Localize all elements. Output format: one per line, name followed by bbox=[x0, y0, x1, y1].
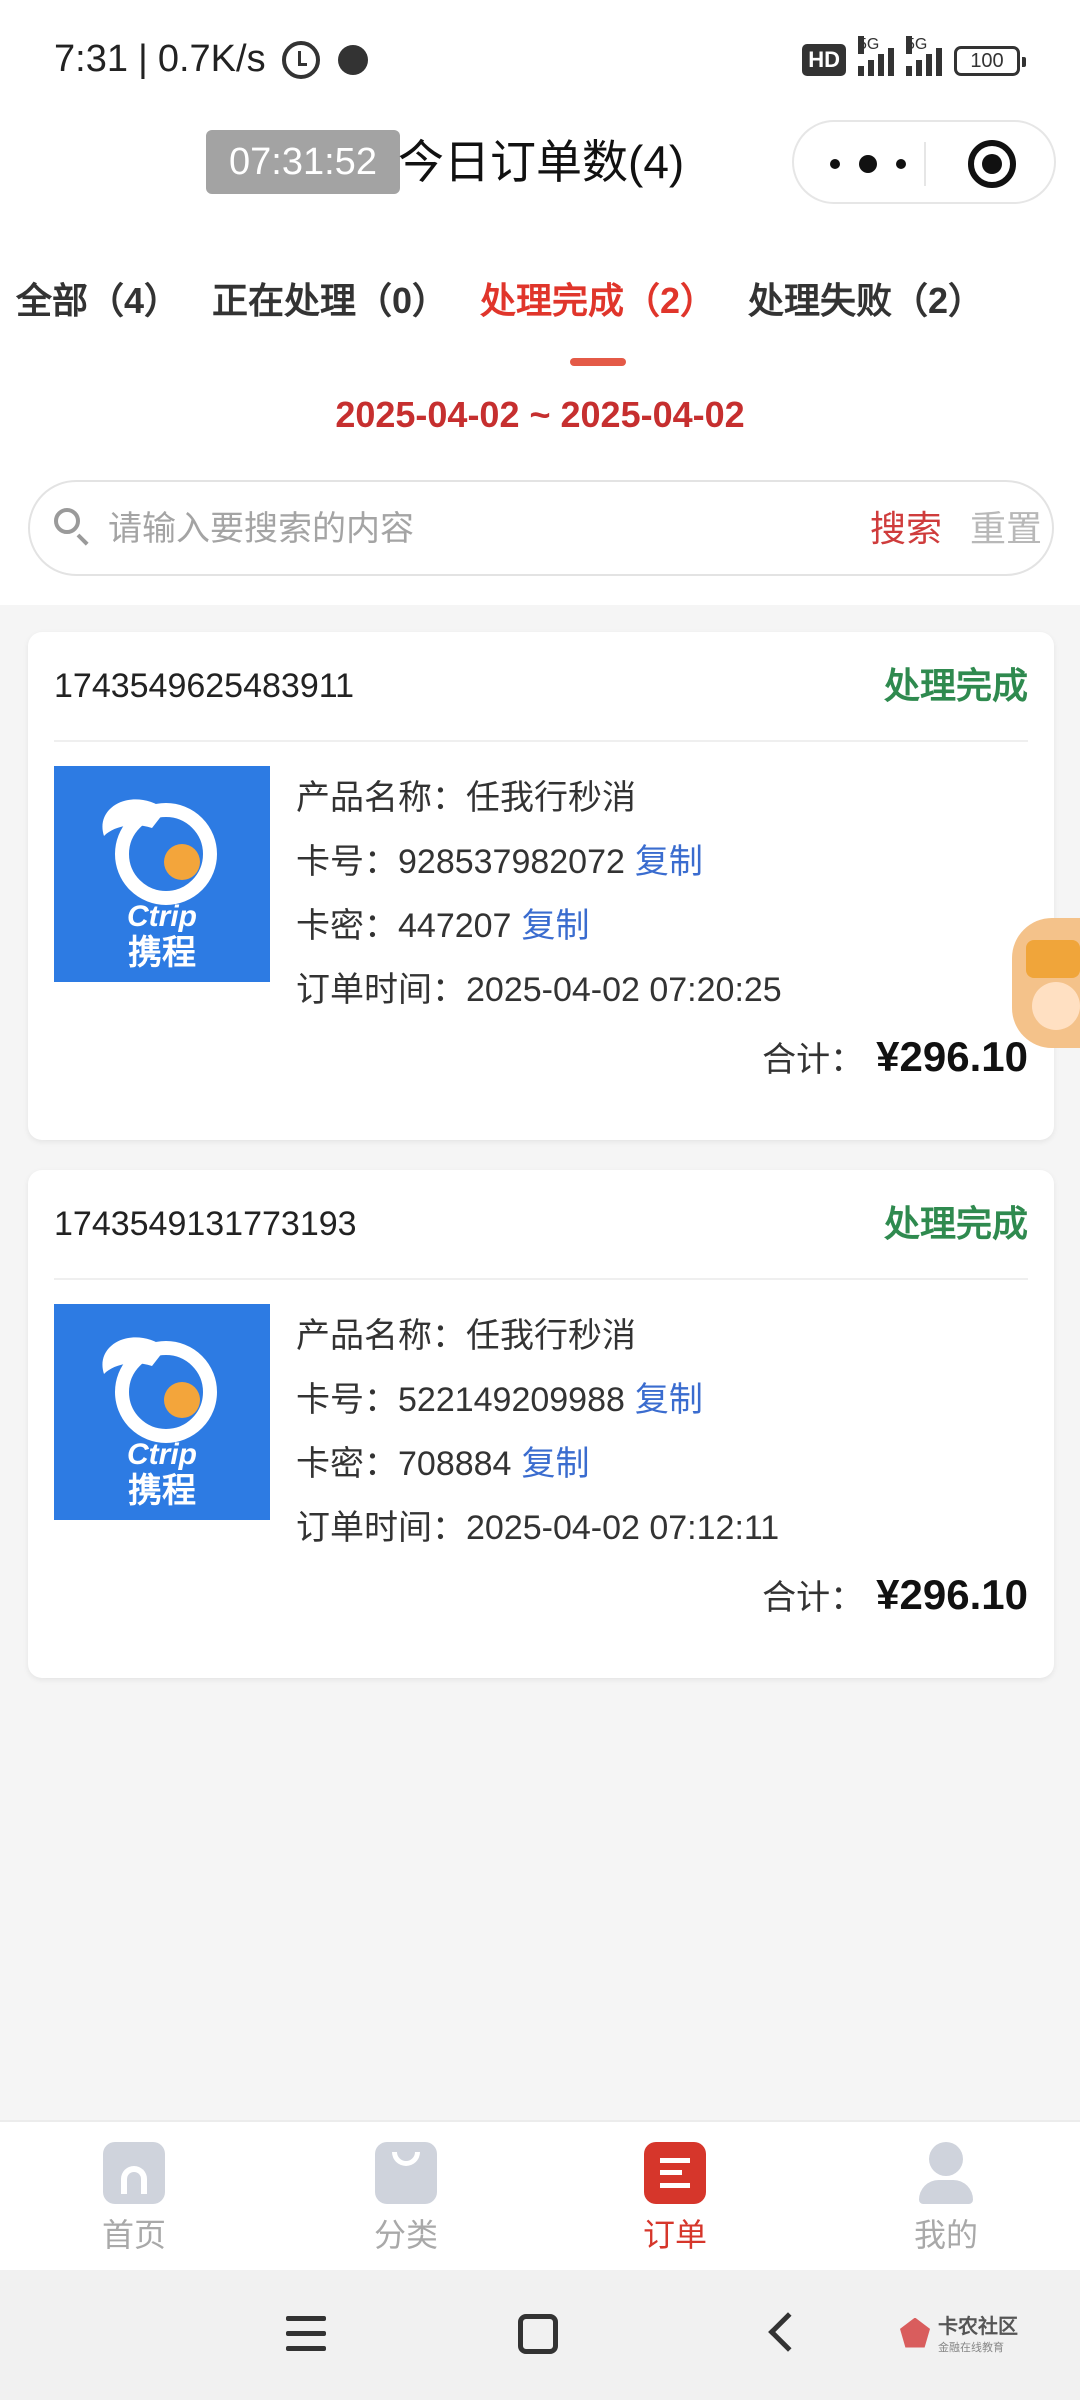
ctrip-logo: Ctrip 携程 bbox=[54, 1304, 270, 1520]
network-speed: 0.7K/s bbox=[157, 38, 266, 80]
card-number: 522149209988 bbox=[398, 1381, 625, 1419]
status-tabs: 全部（4） 正在处理（0） 处理完成（2） 处理失败（2） bbox=[0, 260, 1080, 380]
status-badge: 处理完成 bbox=[883, 1203, 1028, 1244]
tab-failed[interactable]: 处理失败（2） bbox=[748, 272, 984, 324]
order-time: 2025-04-02 07:20:25 bbox=[466, 971, 782, 1009]
status-left: 7:31 | 0.7K/s bbox=[54, 38, 368, 81]
search-input[interactable] bbox=[108, 504, 868, 554]
card-number-row: 卡号：522149209988 复制 bbox=[296, 1381, 703, 1419]
total-row: 合计： ¥296.10 bbox=[762, 1033, 1028, 1080]
product-name: 任我行秒消 bbox=[466, 779, 636, 817]
card-number: 928537982072 bbox=[398, 843, 625, 881]
copy-card-number-button[interactable]: 复制 bbox=[635, 1381, 703, 1419]
floating-mascot-icon[interactable] bbox=[1012, 918, 1080, 1048]
nav-orders[interactable]: 订单 bbox=[605, 2142, 745, 2256]
divider bbox=[54, 1278, 1028, 1280]
category-icon bbox=[375, 2142, 437, 2204]
time-badge: 07:31:52 bbox=[206, 130, 400, 194]
nav-home[interactable]: 首页 bbox=[64, 2142, 204, 2256]
status-badge: 处理完成 bbox=[883, 665, 1028, 706]
order-number: 1743549131773193 bbox=[54, 1205, 357, 1243]
order-time-row: 订单时间：2025-04-02 07:20:25 bbox=[296, 971, 782, 1009]
reset-button[interactable]: 重置 bbox=[970, 504, 1042, 554]
search-button[interactable]: 搜索 bbox=[870, 504, 942, 554]
back-icon[interactable] bbox=[768, 2312, 808, 2352]
search-box: 搜索 重置 bbox=[28, 480, 1054, 576]
total-amount: ¥296.10 bbox=[876, 1571, 1028, 1618]
total-row: 合计： ¥296.10 bbox=[762, 1571, 1028, 1618]
home-icon bbox=[103, 2142, 165, 2204]
divider bbox=[54, 740, 1028, 742]
tab-all[interactable]: 全部（4） bbox=[16, 272, 180, 324]
search-icon bbox=[54, 508, 90, 544]
copy-card-password-button[interactable]: 复制 bbox=[521, 1445, 589, 1483]
more-icon[interactable] bbox=[830, 150, 906, 178]
card-password: 447207 bbox=[398, 907, 512, 945]
product-row: 产品名称：任我行秒消 bbox=[296, 1317, 636, 1355]
bottom-nav: 首页 分类 订单 我的 bbox=[0, 2120, 1080, 2270]
watermark-logo-icon bbox=[900, 2317, 930, 2348]
tab-processing[interactable]: 正在处理（0） bbox=[212, 272, 448, 324]
watermark: 卡农社区 金融在线教育 bbox=[900, 2310, 1018, 2355]
total-amount: ¥296.10 bbox=[876, 1033, 1028, 1080]
status-right: HD 5G 5G 100 bbox=[802, 36, 1026, 76]
product-row: 产品名称：任我行秒消 bbox=[296, 779, 636, 817]
svg-text:Ctrip: Ctrip bbox=[127, 1438, 197, 1471]
active-tab-indicator bbox=[570, 358, 626, 366]
profile-icon bbox=[915, 2142, 977, 2204]
order-icon bbox=[644, 2142, 706, 2204]
page-title: 今日订单数(4) bbox=[398, 136, 685, 188]
nav-profile[interactable]: 我的 bbox=[876, 2142, 1016, 2256]
card-password: 708884 bbox=[398, 1445, 512, 1483]
svg-text:Ctrip: Ctrip bbox=[127, 900, 197, 933]
status-separator: | bbox=[137, 38, 148, 80]
system-nav-bar: 卡农社区 金融在线教育 bbox=[0, 2270, 1080, 2400]
svg-text:携程: 携程 bbox=[128, 933, 196, 973]
close-miniprogram-icon[interactable] bbox=[968, 140, 1016, 188]
order-time: 2025-04-02 07:12:11 bbox=[466, 1509, 780, 1547]
order-info: 产品名称：任我行秒消 卡号：522149209988 复制 卡密：708884 复制… bbox=[296, 1304, 1026, 1560]
order-number: 1743549625483911 bbox=[54, 667, 355, 705]
signal-icon: 5G bbox=[858, 36, 894, 76]
search-area: 搜索 重置 bbox=[0, 460, 1080, 605]
status-bar: 7:31 | 0.7K/s HD 5G 5G 100 bbox=[0, 0, 1080, 120]
tab-completed[interactable]: 处理完成（2） bbox=[480, 272, 716, 324]
miniprogram-capsule bbox=[792, 120, 1056, 204]
recent-apps-icon[interactable] bbox=[286, 2316, 326, 2352]
hd-badge: HD bbox=[802, 44, 846, 76]
battery-icon: 100 bbox=[954, 46, 1026, 76]
nav-category[interactable]: 分类 bbox=[336, 2142, 476, 2256]
copy-card-password-button[interactable]: 复制 bbox=[521, 907, 589, 945]
card-password-row: 卡密：708884 复制 bbox=[296, 1445, 590, 1483]
signal-icon: 5G bbox=[906, 36, 942, 76]
order-card[interactable]: 1743549131773193 处理完成 Ctrip 携程 产品名称：任我行秒… bbox=[28, 1170, 1054, 1678]
card-number-row: 卡号：928537982072 复制 bbox=[296, 843, 703, 881]
order-header: 1743549131773193 处理完成 bbox=[54, 1198, 1028, 1250]
clock: 7:31 bbox=[54, 38, 128, 80]
copy-card-number-button[interactable]: 复制 bbox=[635, 843, 703, 881]
ctrip-logo: Ctrip 携程 bbox=[54, 766, 270, 982]
product-name: 任我行秒消 bbox=[466, 1317, 636, 1355]
order-time-row: 订单时间：2025-04-02 07:12:11 bbox=[296, 1509, 780, 1547]
order-info: 产品名称：任我行秒消 卡号：928537982072 复制 卡密：447207 复制… bbox=[296, 766, 1026, 1022]
card-password-row: 卡密：447207 复制 bbox=[296, 907, 590, 945]
capsule-divider bbox=[924, 142, 926, 186]
alarm-icon bbox=[281, 40, 320, 79]
order-card[interactable]: 1743549625483911 处理完成 Ctrip 携程 产品名称：任我行秒… bbox=[28, 632, 1054, 1140]
svg-text:携程: 携程 bbox=[128, 1471, 196, 1511]
order-header: 1743549625483911 处理完成 bbox=[54, 660, 1028, 712]
home-button-icon[interactable] bbox=[518, 2314, 558, 2354]
notification-dot-icon bbox=[337, 44, 368, 75]
